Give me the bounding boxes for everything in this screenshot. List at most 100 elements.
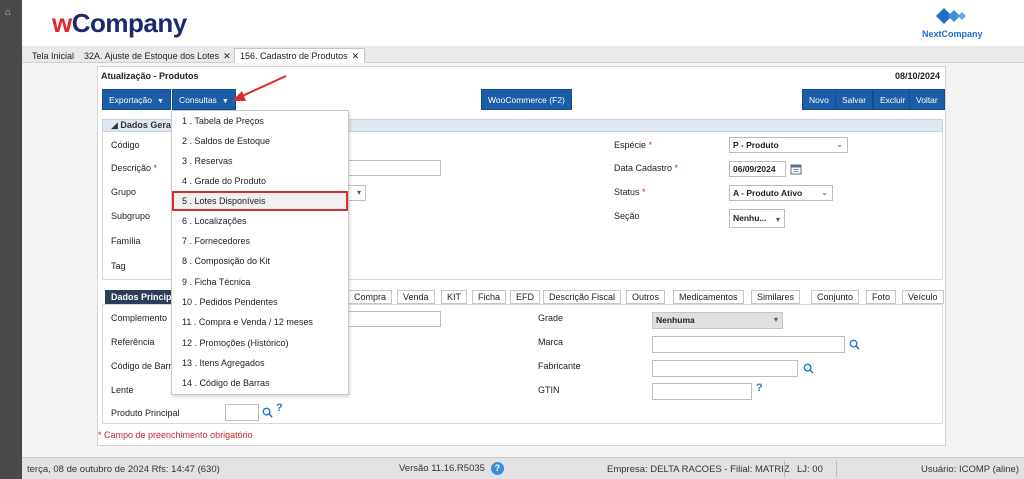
codigo-barras-label: Código de Barr (111, 361, 172, 371)
tab-conjunto[interactable]: Conjunto (811, 290, 860, 304)
excluir-button[interactable]: Excluir (873, 89, 913, 110)
tab-compra[interactable]: Compra (348, 290, 393, 304)
help-icon[interactable]: ? (276, 402, 283, 414)
menu-item-localizacoes[interactable]: 6 . Localizações (172, 211, 348, 231)
tab-similares[interactable]: Similares (751, 290, 801, 304)
status-loja: LJ: 00 (797, 464, 823, 475)
menu-item-ficha-tecnica[interactable]: 9 . Ficha Técnica (172, 272, 348, 292)
tab-foto[interactable]: Foto (866, 290, 897, 304)
tab-dados-principais[interactable]: Dados Princip (105, 290, 173, 304)
search-icon[interactable] (849, 339, 860, 350)
chevron-down-icon: ▾ (775, 215, 780, 224)
tab-descricao-fiscal[interactable]: Descrição Fiscal (543, 290, 622, 304)
woocommerce-button[interactable]: WooCommerce (F2) (481, 89, 572, 110)
chevron-down-icon: ⌄ (821, 188, 828, 197)
tab-bar: Tela Inicial 32A. Ajuste de Estoque dos … (22, 46, 1024, 63)
menu-item-pedidos-pendentes[interactable]: 10 . Pedidos Pendentes (172, 292, 348, 312)
annotation-arrow-icon (232, 75, 287, 101)
menu-item-reservas[interactable]: 3 . Reservas (172, 151, 348, 171)
consultas-menu: 1 . Tabela de Preços 2 . Saldos de Estoq… (171, 110, 349, 395)
status-usuario: Usuário: ICOMP (aline) (920, 464, 1019, 475)
status-bar: terça, 08 de outubro de 2024 Rfs: 14:47 … (22, 457, 1024, 479)
help-icon[interactable]: ? (756, 382, 763, 394)
subgrupo-label: Subgrupo (111, 211, 151, 221)
fabricante-label: Fabricante (538, 361, 581, 371)
tab-ficha[interactable]: Ficha (472, 290, 507, 304)
secao-label: Seção (614, 211, 640, 221)
left-sidebar: ⌂ (0, 0, 22, 479)
status-version: Versão 11.16.R5035? (399, 462, 504, 475)
fabricante-field[interactable] (652, 360, 798, 377)
menu-item-codigo-barras[interactable]: 14 . Código de Barras (172, 373, 348, 393)
chevron-down-icon: ▾ (356, 188, 361, 197)
search-icon[interactable] (803, 363, 814, 374)
tab-ajuste-estoque[interactable]: 32A. Ajuste de Estoque dos Lotes ✕ (78, 48, 237, 63)
required-note: * Campo de preenchimento obrigatório (98, 430, 253, 440)
menu-item-saldos-estoque[interactable]: 2 . Saldos de Estoque (172, 131, 348, 151)
produto-principal-field[interactable] (225, 404, 259, 421)
status-label: Status * (614, 187, 646, 197)
page-title: Atualização - Produtos (101, 71, 199, 81)
menu-item-composicao-kit[interactable]: 8 . Composição do Kit (172, 251, 348, 271)
tab-outros[interactable]: Outros (626, 290, 666, 304)
grade-select[interactable]: Nenhuma ▾ (652, 312, 783, 329)
menu-item-tabela-precos[interactable]: 1 . Tabela de Preços (172, 111, 348, 131)
gtin-field[interactable] (652, 383, 752, 400)
tab-venda[interactable]: Venda (397, 290, 435, 304)
tab-cadastro-produtos[interactable]: 156. Cadastro de Produtos ✕ (234, 48, 366, 63)
secao-select[interactable]: Nenhu... ▾ (729, 209, 785, 228)
tag-label: Tag (111, 261, 126, 271)
close-icon[interactable]: ✕ (223, 51, 231, 61)
exportacao-button[interactable]: Exportação ▼ (102, 89, 171, 110)
data-cadastro-label: Data Cadastro * (614, 163, 679, 173)
status-empresa: Empresa: DELTA RACOES - Filial: MATRIZ (607, 464, 790, 475)
help-icon[interactable]: ? (490, 462, 504, 475)
app-header: wCompany NextCompany (22, 0, 1024, 46)
grade-label: Grade (538, 313, 564, 323)
descricao-label: Descrição * (111, 163, 158, 173)
tab-efd[interactable]: EFD (510, 290, 540, 304)
gtin-label: GTIN (538, 385, 560, 395)
menu-item-promocoes[interactable]: 12 . Promoções (Histórico) (172, 333, 348, 353)
tab-veiculo[interactable]: Veículo (902, 290, 944, 304)
novo-button[interactable]: Novo (802, 89, 836, 110)
referencia-label: Referência (111, 337, 155, 347)
complemento-label: Complemento (111, 313, 168, 323)
close-icon[interactable]: ✕ (352, 51, 360, 61)
consultas-button[interactable]: Consultas ▼ (172, 89, 236, 110)
voltar-button[interactable]: Voltar (909, 89, 945, 110)
page-date: 08/10/2024 (894, 71, 940, 81)
familia-label: Família (111, 236, 141, 246)
menu-item-lotes-disponiveis[interactable]: 5 . Lotes Disponíveis (172, 191, 348, 211)
company-logo: wCompany (52, 8, 187, 38)
home-icon[interactable]: ⌂ (5, 7, 11, 18)
tab-kit[interactable]: KIT (441, 290, 468, 304)
complemento-field[interactable] (348, 311, 441, 327)
chevron-down-icon: ⌄ (836, 140, 843, 149)
divider (836, 461, 837, 477)
chevron-down-icon: ▾ (773, 315, 778, 324)
codigo-label: Código (111, 140, 140, 150)
grupo-select[interactable]: ▾ (348, 185, 366, 201)
descricao-field[interactable] (343, 160, 441, 176)
status-select[interactable]: A - Produto Ativo ⌄ (729, 185, 833, 201)
especie-select[interactable]: P - Produto ⌄ (729, 137, 848, 153)
produto-principal-label: Produto Principal (111, 408, 180, 418)
data-cadastro-field[interactable]: 06/09/2024 (729, 161, 786, 177)
menu-item-grade-produto[interactable]: 4 . Grade do Produto (172, 171, 348, 191)
menu-item-compra-venda[interactable]: 11 . Compra e Venda / 12 meses (172, 312, 348, 332)
nextcompany-logo: NextCompany (922, 4, 983, 40)
menu-item-fornecedores[interactable]: 7 . Fornecedores (172, 231, 348, 251)
menu-item-itens-agregados[interactable]: 13 . Itens Agregados (172, 353, 348, 373)
marca-field[interactable] (652, 336, 845, 353)
tab-medicamentos[interactable]: Medicamentos (673, 290, 744, 304)
divider (784, 461, 785, 477)
tab-home[interactable]: Tela Inicial (26, 48, 80, 63)
salvar-button[interactable]: Salvar (835, 89, 874, 110)
chevron-down-icon: ▼ (157, 98, 164, 105)
especie-label: Espécie * (614, 140, 653, 150)
marca-label: Marca (538, 337, 564, 347)
calendar-icon[interactable] (790, 163, 802, 175)
grupo-label: Grupo (111, 187, 137, 197)
search-icon[interactable] (262, 407, 273, 418)
